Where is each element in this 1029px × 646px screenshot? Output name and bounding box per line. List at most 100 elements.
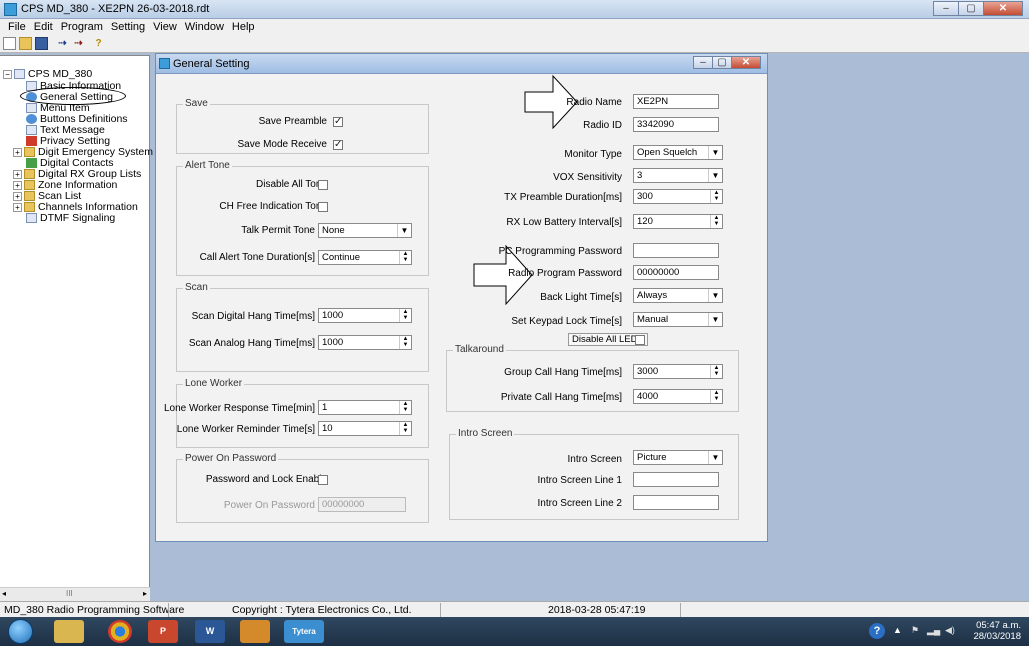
expand-icon[interactable]: + xyxy=(13,169,22,179)
child-maximize-button[interactable]: ▢ xyxy=(712,56,732,69)
scan-group: Scan xyxy=(176,282,429,372)
expand-icon[interactable]: + xyxy=(13,180,22,190)
chevron-down-icon[interactable]: ▼ xyxy=(708,451,722,464)
status-separator xyxy=(168,603,169,617)
folder-icon xyxy=(24,169,35,179)
menu-view[interactable]: View xyxy=(149,19,181,35)
scroll-right-icon[interactable]: ▸ xyxy=(143,589,147,598)
minimize-button[interactable]: – xyxy=(933,1,959,16)
radio-program-password-input[interactable]: 00000000 xyxy=(633,265,719,280)
network-icon[interactable]: ▂▄ xyxy=(927,625,940,636)
read-radio-icon[interactable]: ⇢ xyxy=(56,37,69,50)
disable-all-leds-checkbox[interactable] xyxy=(635,335,645,345)
tray-expand-icon[interactable]: ▲ xyxy=(893,625,902,635)
powerpoint-taskbar-icon[interactable]: P xyxy=(148,620,178,643)
tytera-taskbar-icon[interactable]: Tytera xyxy=(284,620,324,643)
spinner-arrows-icon[interactable]: ▲ ▼ xyxy=(399,401,411,414)
contacts-icon xyxy=(26,158,37,168)
taskbar-clock[interactable]: 05:47 a.m. 28/03/2018 xyxy=(973,620,1021,642)
close-button[interactable]: ✕ xyxy=(983,1,1023,16)
paint-taskbar-icon[interactable] xyxy=(240,620,270,643)
menu-program[interactable]: Program xyxy=(57,19,107,35)
tree-item-dtmf-signaling[interactable]: DTMF Signaling xyxy=(26,212,115,224)
help-icon[interactable]: ? xyxy=(869,623,885,639)
spinner-arrows-icon[interactable]: ▲ ▼ xyxy=(710,365,722,378)
radio-name-input[interactable]: XE2PN xyxy=(633,94,719,109)
dtmf-icon xyxy=(26,213,37,223)
spinner-arrows-icon[interactable]: ▲ ▼ xyxy=(399,422,411,435)
tree-root[interactable]: − CPS MD_380 xyxy=(3,68,92,80)
collapse-icon[interactable]: − xyxy=(3,69,12,79)
window-title: CPS MD_380 - XE2PN 26-03-2018.rdt xyxy=(21,3,210,15)
private-call-hang-time-spinner[interactable]: 4000 ▲ ▼ xyxy=(633,389,723,404)
intro-screen-line-1-label: Intro Screen Line 1 xyxy=(537,475,623,486)
spinner-arrows-icon[interactable]: ▲ ▼ xyxy=(710,215,722,228)
word-taskbar-icon[interactable]: W xyxy=(195,620,225,643)
set-keypad-lock-time-label: Set Keypad Lock Time[s] xyxy=(511,316,622,327)
menu-file[interactable]: File xyxy=(4,19,30,35)
expand-icon[interactable]: + xyxy=(13,202,22,212)
spinner-arrows-icon[interactable]: ▲ ▼ xyxy=(710,390,722,403)
radio-id-input[interactable]: 3342090 xyxy=(633,117,719,132)
save-mode-receive-label: Save Mode Receive xyxy=(237,139,328,150)
menu-setting[interactable]: Setting xyxy=(107,19,149,35)
chrome-taskbar-icon[interactable] xyxy=(108,620,132,643)
intro-screen-label: Intro Screen xyxy=(567,454,622,465)
maximize-button[interactable]: ▢ xyxy=(958,1,984,16)
scroll-left-icon[interactable]: ◂ xyxy=(2,589,6,598)
intro-screen-line-1-input[interactable] xyxy=(633,472,719,487)
child-minimize-button[interactable]: – xyxy=(693,56,713,69)
expand-icon[interactable]: + xyxy=(13,147,22,157)
set-keypad-lock-time-select[interactable]: Manual ▼ xyxy=(633,312,723,327)
call-alert-tone-duration-spinner[interactable]: Continue ▲ ▼ xyxy=(318,250,412,265)
monitor-type-select[interactable]: Open Squelch ▼ xyxy=(633,145,723,160)
intro-screen-select[interactable]: Picture ▼ xyxy=(633,450,723,465)
scan-digital-hang-time-spinner[interactable]: 1000 ▲ ▼ xyxy=(318,308,412,323)
spinner-arrows-icon[interactable]: ▲ ▼ xyxy=(710,190,722,203)
save-mode-receive-checkbox[interactable]: ✓ xyxy=(333,140,343,150)
save-disk-icon[interactable] xyxy=(35,37,48,50)
scroll-thumb[interactable]: III xyxy=(66,589,73,598)
spinner-arrows-icon[interactable]: ▲ ▼ xyxy=(399,336,411,349)
back-light-time-select[interactable]: Always ▼ xyxy=(633,288,723,303)
menu-help[interactable]: Help xyxy=(228,19,259,35)
child-close-button[interactable]: ✕ xyxy=(731,56,761,69)
write-radio-icon[interactable]: ⇢ xyxy=(72,37,85,50)
vox-sensitivity-select[interactable]: 3 ▼ xyxy=(633,168,723,183)
flag-icon[interactable]: ⚑ xyxy=(911,625,919,636)
chevron-down-icon[interactable]: ▼ xyxy=(708,289,722,302)
chevron-down-icon[interactable]: ▼ xyxy=(708,169,722,182)
new-file-icon[interactable] xyxy=(3,37,16,50)
intro-screen-line-2-label: Intro Screen Line 2 xyxy=(537,498,623,509)
start-button[interactable] xyxy=(8,619,33,644)
disable-all-tone-checkbox[interactable] xyxy=(318,180,328,190)
chevron-down-icon[interactable]: ▼ xyxy=(708,146,722,159)
tx-preamble-duration-spinner[interactable]: 300 ▲ ▼ xyxy=(633,189,723,204)
pc-programming-password-input[interactable] xyxy=(633,243,719,258)
tree-horizontal-scrollbar[interactable]: ◂ III ▸ xyxy=(0,587,150,601)
volume-icon[interactable]: ◀) xyxy=(945,625,955,636)
save-preamble-checkbox[interactable]: ✓ xyxy=(333,117,343,127)
spinner-arrows-icon[interactable]: ▲ ▼ xyxy=(399,309,411,322)
open-folder-icon[interactable] xyxy=(19,37,32,50)
child-titlebar: General Setting – ▢ ✕ xyxy=(156,54,767,74)
status-separator xyxy=(440,603,441,617)
scan-analog-hang-time-spinner[interactable]: 1000 ▲ ▼ xyxy=(318,335,412,350)
intro-screen-line-2-input[interactable] xyxy=(633,495,719,510)
chevron-down-icon[interactable]: ▼ xyxy=(708,313,722,326)
rx-low-battery-interval-spinner[interactable]: 120 ▲ ▼ xyxy=(633,214,723,229)
menu-window[interactable]: Window xyxy=(181,19,228,35)
power-on-password-input[interactable]: 00000000 xyxy=(318,497,406,512)
ch-free-indication-tone-checkbox[interactable] xyxy=(318,202,328,212)
password-and-lock-enable-checkbox[interactable] xyxy=(318,475,328,485)
lone-worker-response-time-spinner[interactable]: 1 ▲ ▼ xyxy=(318,400,412,415)
group-call-hang-time-spinner[interactable]: 3000 ▲ ▼ xyxy=(633,364,723,379)
lone-worker-reminder-time-spinner[interactable]: 10 ▲ ▼ xyxy=(318,421,412,436)
talk-permit-tone-select[interactable]: None ▼ xyxy=(318,223,412,238)
help-question-icon[interactable]: ? xyxy=(92,37,105,50)
explorer-taskbar-icon[interactable] xyxy=(54,620,84,643)
spinner-arrows-icon[interactable]: ▲ ▼ xyxy=(399,251,411,264)
expand-icon[interactable]: + xyxy=(13,191,22,201)
chevron-down-icon[interactable]: ▼ xyxy=(397,224,411,237)
menu-edit[interactable]: Edit xyxy=(30,19,57,35)
